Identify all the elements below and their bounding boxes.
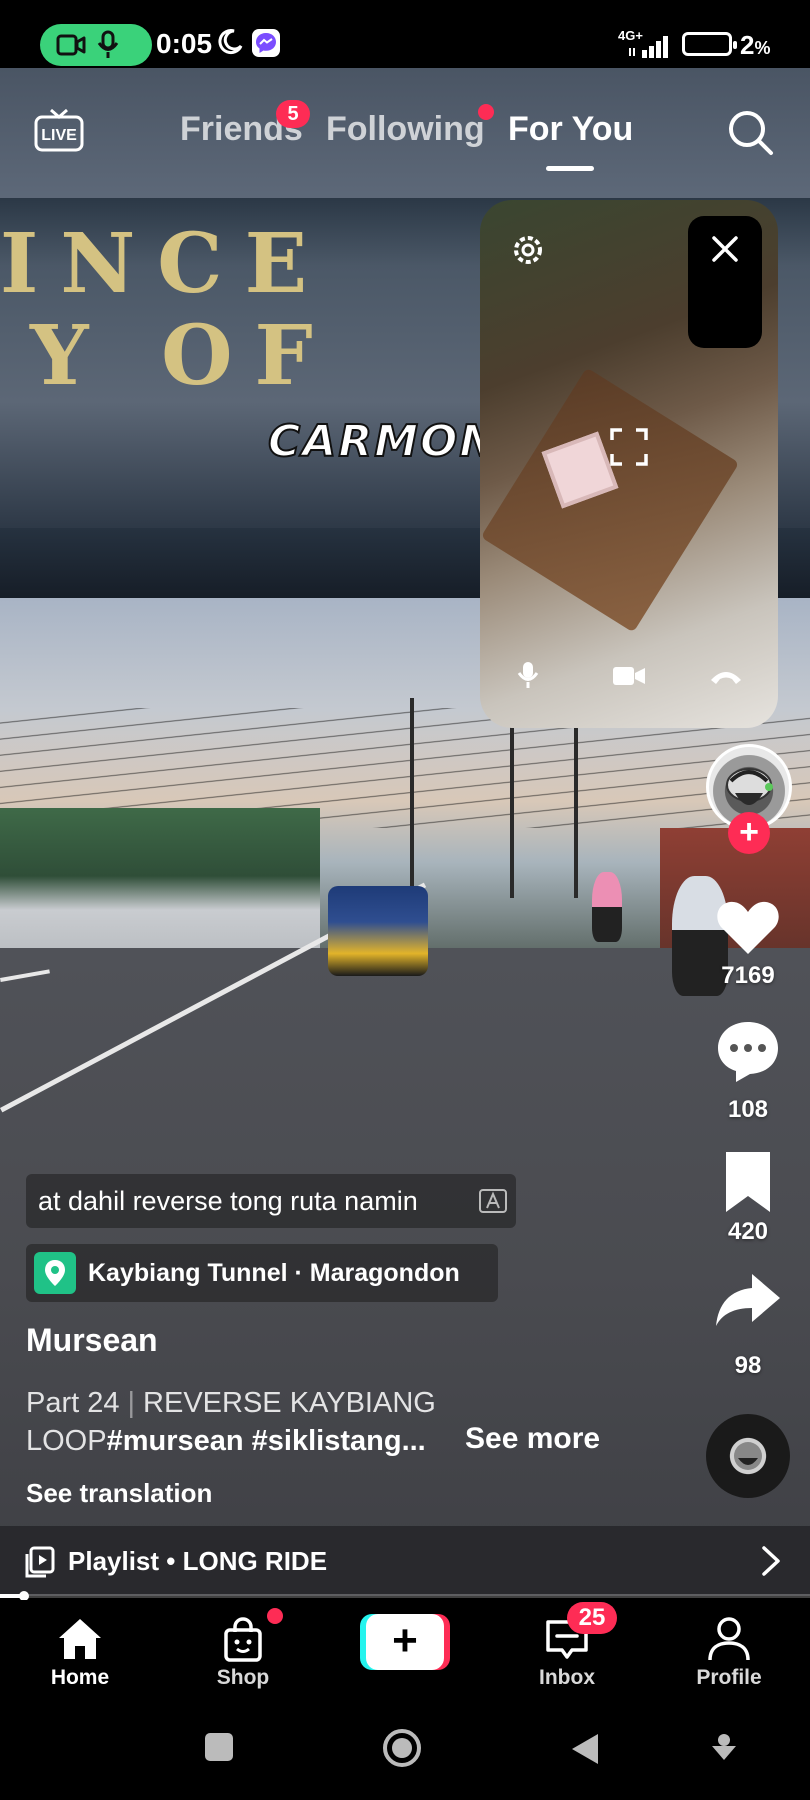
bus [328,886,428,976]
top-nav: LIVE Friends 5 Following For You [0,96,810,176]
nav-inbox[interactable]: 25 Inbox [497,1600,637,1700]
fullscreen-icon[interactable] [610,428,648,466]
follow-button[interactable]: + [728,812,770,854]
close-icon[interactable] [710,234,740,264]
creator-username[interactable]: Mursean [26,1322,158,1359]
shopping-bag-icon [224,1617,262,1662]
live-icon[interactable]: LIVE [34,108,84,152]
settings-icon[interactable] [508,230,548,270]
utility-pole [410,698,414,898]
bottom-nav: Home Shop + 25 Inbox Profile [0,1600,810,1700]
plus-icon: + [366,1614,444,1670]
bookmark-icon[interactable] [712,1146,784,1218]
nav-profile-label: Profile [696,1666,762,1689]
nav-shop[interactable]: Shop [173,1600,313,1700]
description-title-cont: LOOP [26,1425,107,1457]
system-nav-bar [0,1700,810,1800]
signal-icon: 4G+ [618,28,674,58]
tab-following[interactable]: Following [326,110,485,149]
video-overlay-text: CARMON [267,415,499,468]
auto-caption-text: at dahil reverse tong ruta namin [38,1186,418,1216]
description-title: REVERSE KAYBIANG [143,1387,436,1419]
save-count: 420 [727,1218,769,1245]
create-button[interactable]: + [360,1614,450,1670]
mic-icon[interactable] [516,660,540,690]
active-tab-indicator [546,166,594,171]
playlist-label: Playlist • LONG RIDE [68,1546,328,1576]
comment-icon[interactable] [712,1014,784,1086]
friends-badge: 5 [276,100,310,128]
nav-profile[interactable]: Profile [659,1600,799,1700]
status-bar: 0:05 4G+ 2% [0,0,810,68]
mic-icon [97,30,119,58]
messenger-icon [252,29,280,57]
share-icon[interactable] [712,1264,784,1336]
inbox-badge: 25 [567,1602,617,1634]
nav-home[interactable]: Home [10,1600,150,1700]
hang-up-icon[interactable] [708,666,744,686]
call-video-table [480,367,740,633]
ongoing-call-indicator[interactable] [40,24,152,66]
like-icon[interactable] [712,890,784,962]
location-pin-icon [34,1252,76,1294]
video-progress-bar[interactable] [0,1591,810,1601]
hashtags[interactable]: #mursean #siklistang... [107,1425,426,1457]
cyclist [592,872,622,942]
camera-icon[interactable] [612,664,646,688]
location-text: Kaybiang Tunnel · Maragondon [88,1259,460,1287]
home-icon [59,1619,101,1659]
nav-inbox-label: Inbox [539,1666,595,1689]
hide-nav-icon[interactable] [710,1732,738,1762]
profile-icon [708,1617,750,1661]
search-icon[interactable] [726,108,774,156]
moon-icon [218,29,243,55]
video-call-window[interactable] [480,200,778,728]
playlist-icon [25,1546,55,1578]
utility-pole [574,718,578,898]
music-disc[interactable] [706,1414,790,1498]
home-button-icon[interactable] [382,1728,422,1768]
auto-caption[interactable]: at dahil reverse tong ruta namin [26,1174,516,1228]
video-call-icon [56,34,86,56]
see-more-link[interactable]: See more [465,1422,600,1456]
battery-level: 2% [740,30,771,60]
nav-shop-label: Shop [216,1666,270,1689]
utility-pole [510,718,514,898]
translate-icon[interactable] [478,1188,508,1216]
clock: 0:05 [156,28,213,59]
comment-count: 108 [727,1096,769,1123]
following-dot [478,104,494,120]
back-icon[interactable] [570,1732,600,1766]
chevron-right-icon[interactable] [756,1544,784,1578]
location-tag[interactable]: Kaybiang Tunnel · Maragondon [26,1244,498,1302]
svg-text:LIVE: LIVE [41,127,77,144]
like-count: 7169 [721,962,775,989]
shop-dot [267,1608,283,1624]
share-count: 98 [734,1352,762,1379]
battery-icon [682,32,737,56]
recents-icon[interactable] [204,1732,234,1762]
see-translation-link[interactable]: See translation [26,1478,212,1509]
nav-home-label: Home [50,1666,110,1689]
separator: | [127,1387,136,1419]
tab-for-you[interactable]: For You [508,110,633,149]
part-label: Part 24 [26,1387,120,1419]
playlist-bar[interactable]: Playlist • LONG RIDE [0,1526,810,1596]
